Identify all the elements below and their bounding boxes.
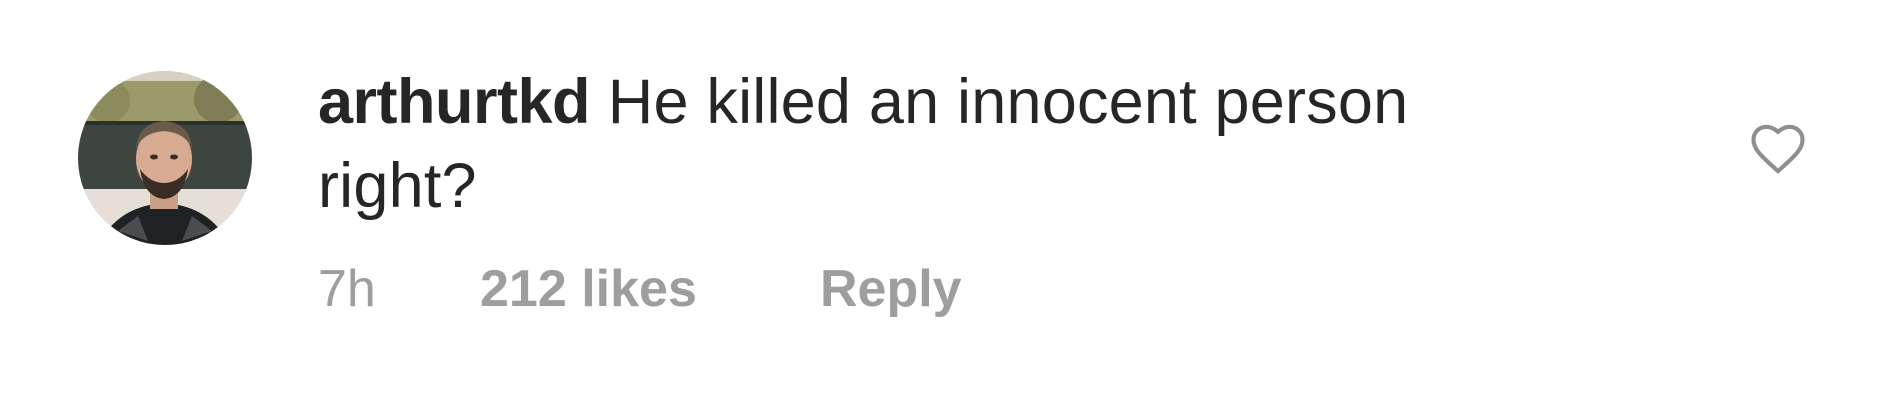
reply-button[interactable]: Reply: [820, 259, 962, 319]
heart-outline-icon: [1751, 124, 1805, 174]
comment-item: arthurtkd He killed an innocent person r…: [0, 0, 1900, 412]
comment-text-block: arthurtkd He killed an innocent person r…: [318, 60, 1518, 228]
avatar[interactable]: [78, 71, 252, 245]
likes-count[interactable]: 212 likes: [480, 259, 820, 319]
username[interactable]: arthurtkd: [318, 67, 591, 137]
like-button[interactable]: [1747, 118, 1809, 180]
timestamp: 7h: [318, 260, 376, 318]
comment-meta: 7h 212 likes Reply: [318, 254, 962, 324]
avatar-photo: [78, 71, 252, 245]
